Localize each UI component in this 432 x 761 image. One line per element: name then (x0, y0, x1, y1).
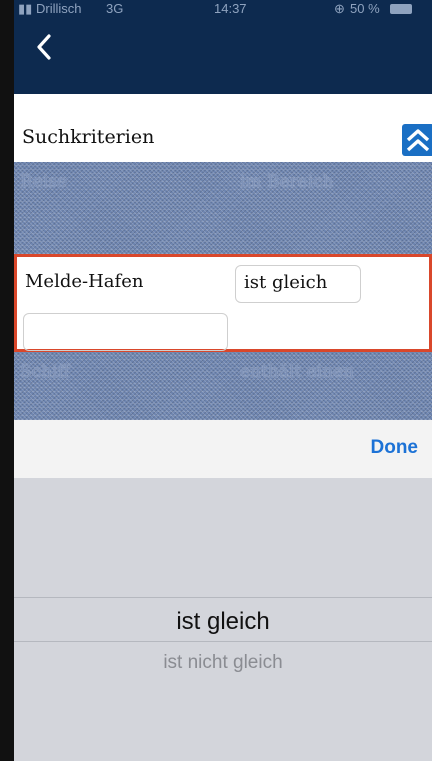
operator-picker-wheel[interactable]: ist gleich ist nicht gleich (14, 478, 432, 761)
filter-row-schiff: Schiff enthält einen (14, 352, 432, 420)
selection-indicator-top (14, 597, 432, 598)
picker-option-selected[interactable]: ist gleich (14, 608, 432, 636)
network-label: 3G (106, 1, 124, 16)
filter-label: Reise (20, 172, 68, 192)
clock: 14:37 (214, 1, 247, 16)
double-chevron-up-icon (406, 129, 430, 152)
selection-indicator-bottom (14, 641, 432, 642)
filter-label: Melde-Hafen (25, 271, 144, 292)
done-button[interactable]: Done (371, 437, 419, 459)
section-title: Suchkriterien (22, 126, 155, 148)
picker-toolbar: Done (14, 420, 432, 479)
section-header: Suchkriterien (14, 124, 432, 162)
carrier-label: Drillisch (36, 1, 82, 16)
battery-label: 50 % (350, 1, 380, 16)
filter-operator: enthält einen (240, 362, 355, 382)
collapse-button[interactable] (402, 124, 432, 156)
signal-icon: ▮▮ (18, 1, 33, 16)
app-screen: ▮▮ Drillisch 3G 14:37 ⊕ 50 % Suchkriteri… (14, 0, 432, 761)
filter-row-reise: Reise im Bereich (14, 162, 432, 254)
operator-select[interactable]: ist gleich (235, 265, 361, 303)
search-criteria-panel: Suchkriterien Reise im Bereich Melde-Haf… (14, 94, 432, 420)
rotation-lock-icon: ⊕ (334, 1, 345, 16)
chevron-left-icon (37, 34, 51, 60)
filter-label: Schiff (20, 362, 70, 382)
back-button[interactable] (34, 32, 64, 68)
picker-option[interactable]: ist nicht gleich (14, 652, 432, 674)
filter-row-melde-hafen: Melde-Hafen ist gleich (14, 254, 432, 352)
battery-icon (390, 4, 412, 14)
value-input[interactable] (23, 313, 228, 351)
navigation-bar (14, 18, 432, 94)
status-bar: ▮▮ Drillisch 3G 14:37 ⊕ 50 % (14, 0, 432, 18)
filter-operator: im Bereich (240, 172, 334, 192)
